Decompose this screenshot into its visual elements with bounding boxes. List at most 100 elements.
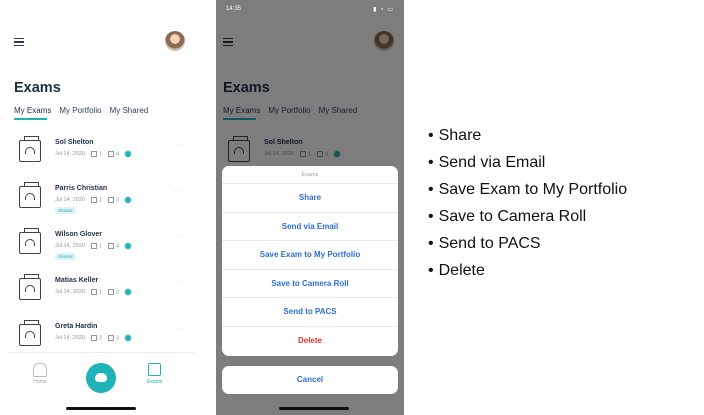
save-to-portfolio-button[interactable]: Save Exam to My Portfolio (222, 241, 398, 270)
image-count-value: 3 (116, 335, 120, 342)
exam-folder-icon (19, 320, 41, 346)
save-to-camera-roll-button[interactable]: Save to Camera Roll (222, 270, 398, 299)
action-bullet-list: Share Send via Email Save Exam to My Por… (428, 126, 628, 288)
series-icon (90, 197, 97, 203)
exam-meta: Jul 14, 2020 1 2 (55, 289, 132, 296)
exam-row[interactable]: Wilson Glover Jul 14, 2020 1 4 Shared ··… (7, 228, 195, 274)
shared-badge: Shared (55, 207, 76, 214)
home-indicator (279, 407, 349, 410)
tab-my-exams[interactable]: My Exams (14, 106, 51, 115)
exams-screen: Exams My Exams My Portfolio My Shared So… (7, 0, 195, 415)
exam-row[interactable]: Parris Christian Jul 14, 2020 1 3 Shared… (7, 182, 195, 228)
series-count: 1 (90, 197, 103, 204)
image-icon (108, 151, 115, 157)
exam-folder-icon (19, 228, 41, 254)
image-count: 2 (108, 289, 119, 295)
series-icon (90, 151, 97, 157)
image-count: 4 (108, 151, 119, 157)
exam-name: Matias Keller (55, 277, 99, 284)
delete-button[interactable]: Delete (222, 327, 398, 356)
nav-home-label: Home (33, 379, 47, 385)
image-count: 3 (108, 335, 119, 341)
more-dots-icon[interactable]: ··· (173, 141, 183, 148)
exam-name: Sol Shelton (55, 139, 94, 146)
series-count-value: 2 (98, 335, 103, 342)
exam-folder-icon (19, 182, 41, 208)
exam-meta: Jul 14, 2020 1 3 (55, 197, 132, 204)
eye-icon (125, 243, 132, 250)
exam-row[interactable]: Matias Keller Jul 14, 2020 1 2 ··· (7, 274, 195, 320)
bullet-item: Save to Camera Roll (428, 207, 627, 234)
more-dots-icon[interactable]: ··· (173, 187, 183, 194)
avatar[interactable] (165, 31, 185, 51)
eye-icon (125, 197, 132, 204)
bottom-nav: Home Exams (7, 352, 195, 415)
series-count-value: 1 (98, 197, 103, 204)
exam-meta: Jul 14, 2020 2 3 (55, 335, 132, 342)
image-count-value: 4 (116, 151, 120, 158)
page-title: Exams (14, 80, 61, 96)
nav-exams[interactable]: Exams (147, 363, 162, 385)
series-icon (90, 335, 97, 341)
exams-icon (148, 363, 162, 376)
series-count: 1 (90, 289, 103, 296)
eye-icon (125, 151, 132, 158)
exams-screen-with-action-sheet: Exams My Exams My Portfolio My Shared So… (216, 0, 404, 415)
image-icon (108, 243, 115, 249)
bullet-item: Share (428, 126, 627, 153)
image-icon (108, 197, 115, 203)
bullet-item: Send via Email (428, 153, 627, 180)
share-button[interactable]: Share (222, 184, 398, 213)
exam-date: Jul 14, 2020 (55, 289, 85, 296)
series-count-value: 1 (98, 151, 103, 158)
exam-meta: Jul 14, 2020 1 4 (55, 243, 132, 250)
series-count-value: 1 (98, 243, 103, 250)
exam-date: Jul 14, 2020 (55, 197, 85, 204)
send-to-pacs-button[interactable]: Send to PACS (222, 298, 398, 327)
tab-my-shared[interactable]: My Shared (110, 106, 149, 115)
action-sheet: Exams Share Send via Email Save Exam to … (222, 166, 398, 356)
tab-my-portfolio[interactable]: My Portfolio (59, 106, 101, 115)
exam-folder-icon (19, 136, 41, 162)
image-count-value: 3 (116, 197, 120, 204)
bullet-item: Delete (428, 261, 627, 288)
status-time: 14:35 (226, 6, 242, 12)
signal-wifi-battery-icon: ▮ ◔ ▭ (373, 6, 394, 13)
series-count: 1 (90, 243, 103, 250)
capture-button[interactable] (86, 363, 116, 393)
exam-meta: Jul 14, 2020 1 4 (55, 151, 132, 158)
top-bar (7, 30, 195, 54)
send-via-email-button[interactable]: Send via Email (222, 213, 398, 242)
hamburger-icon[interactable] (14, 38, 24, 46)
exam-name: Wilson Glover (55, 231, 103, 238)
exam-name: Parris Christian (55, 185, 108, 192)
more-dots-icon[interactable]: ··· (173, 279, 183, 286)
exam-date: Jul 14, 2020 (55, 151, 85, 158)
series-icon (90, 289, 97, 295)
image-icon (108, 335, 115, 341)
exam-date: Jul 14, 2020 (55, 335, 85, 342)
more-dots-icon[interactable]: ··· (173, 325, 183, 332)
exam-row[interactable]: Sol Shelton Jul 14, 2020 1 4 ··· (7, 136, 195, 182)
tab-bar: My Exams My Portfolio My Shared (14, 106, 148, 115)
home-icon (33, 363, 47, 377)
nav-exams-label: Exams (147, 379, 163, 385)
series-count-value: 1 (98, 289, 103, 296)
bullet-item: Save Exam to My Portfolio (428, 180, 628, 207)
series-icon (90, 243, 97, 249)
status-bar: 14:35 ▮ ◔ ▭ (216, 0, 404, 18)
image-count-value: 4 (116, 243, 120, 250)
eye-icon (125, 335, 132, 342)
image-count-value: 2 (116, 289, 120, 296)
series-count: 2 (90, 335, 103, 342)
image-count: 3 (108, 197, 119, 203)
cancel-button[interactable]: Cancel (222, 366, 398, 394)
nav-home[interactable]: Home (33, 363, 47, 385)
image-icon (108, 289, 115, 295)
exam-list: Sol Shelton Jul 14, 2020 1 4 ··· Parris … (7, 136, 195, 366)
home-indicator (66, 407, 136, 410)
bullet-item: Send to PACS (428, 234, 627, 261)
eye-icon (125, 289, 132, 296)
more-dots-icon[interactable]: ··· (173, 233, 183, 240)
exam-folder-icon (19, 274, 41, 300)
